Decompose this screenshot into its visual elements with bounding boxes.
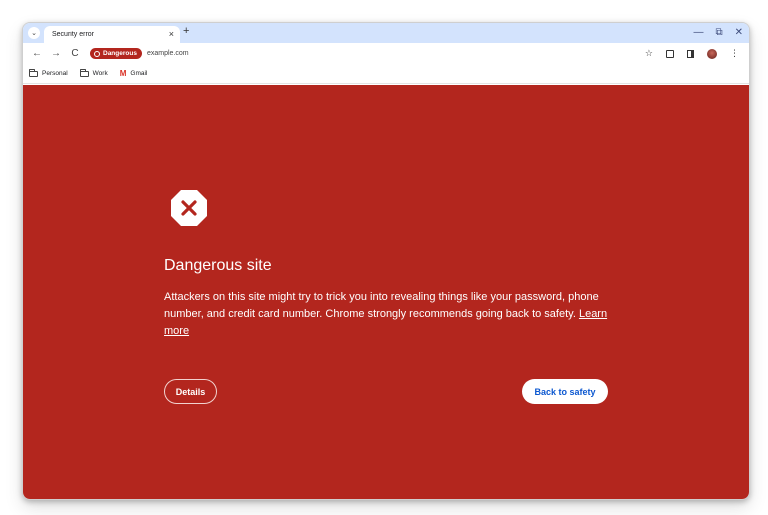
bookmark-work[interactable]: Work: [79, 68, 108, 77]
details-button[interactable]: Details: [164, 379, 217, 404]
warning-body: Attackers on this site might try to tric…: [164, 291, 599, 320]
chip-label: Dangerous: [103, 50, 137, 57]
menu-kebab-icon[interactable]: ⋮: [730, 49, 739, 58]
new-tab-icon[interactable]: +: [183, 26, 189, 37]
bookmark-label: Gmail: [130, 70, 148, 77]
toolbar-actions: ☆ ⋮: [645, 48, 739, 59]
danger-icon: [94, 50, 100, 57]
folder-icon: [29, 68, 38, 77]
danger-octagon-icon: [171, 190, 207, 226]
bookmark-label: Work: [92, 70, 108, 77]
browser-window: ⌄ Security error × + — ⧉ ✕ ← → C Dangero…: [22, 22, 750, 500]
dangerous-site-interstitial: Dangerous site Attackers on this site mi…: [23, 85, 749, 499]
folder-icon: [79, 68, 89, 77]
back-arrow-icon[interactable]: ←: [29, 48, 45, 59]
restore-icon[interactable]: ⧉: [715, 28, 722, 38]
gmail-icon: M: [119, 68, 127, 78]
bookmark-star-icon[interactable]: ☆: [645, 49, 653, 58]
tab-title: Security error: [52, 31, 95, 38]
url-text[interactable]: example.com: [147, 50, 189, 57]
tab-security-error[interactable]: Security error ×: [44, 26, 180, 43]
reload-icon[interactable]: C: [67, 48, 83, 59]
bookmark-label: Personal: [42, 70, 68, 77]
bookmarks-bar: Personal Work M Gmail: [23, 64, 749, 84]
minimize-icon[interactable]: —: [693, 28, 703, 38]
bookmark-personal[interactable]: Personal: [29, 68, 68, 77]
chevron-down-icon: ⌄: [31, 30, 37, 37]
omnibox[interactable]: Dangerous example.com: [90, 46, 645, 62]
back-to-safety-button[interactable]: Back to safety: [522, 379, 608, 404]
forward-arrow-icon[interactable]: →: [48, 48, 64, 59]
extensions-icon[interactable]: [666, 49, 674, 58]
profile-avatar[interactable]: [707, 48, 717, 59]
bookmark-gmail[interactable]: M Gmail: [119, 68, 148, 78]
tab-strip: ⌄ Security error × + — ⧉ ✕: [23, 23, 749, 43]
dangerous-site-chip[interactable]: Dangerous: [90, 48, 142, 59]
close-window-icon[interactable]: ✕: [735, 28, 743, 38]
warning-description: Attackers on this site might try to tric…: [164, 289, 614, 340]
window-controls: — ⧉ ✕: [693, 26, 743, 40]
toolbar: ← → C Dangerous example.com ☆ ⋮: [23, 43, 749, 64]
page-title: Dangerous site: [164, 257, 272, 274]
side-panel-icon[interactable]: [687, 49, 694, 58]
tab-close-icon[interactable]: ×: [169, 30, 174, 39]
tab-search-button[interactable]: ⌄: [28, 27, 40, 39]
